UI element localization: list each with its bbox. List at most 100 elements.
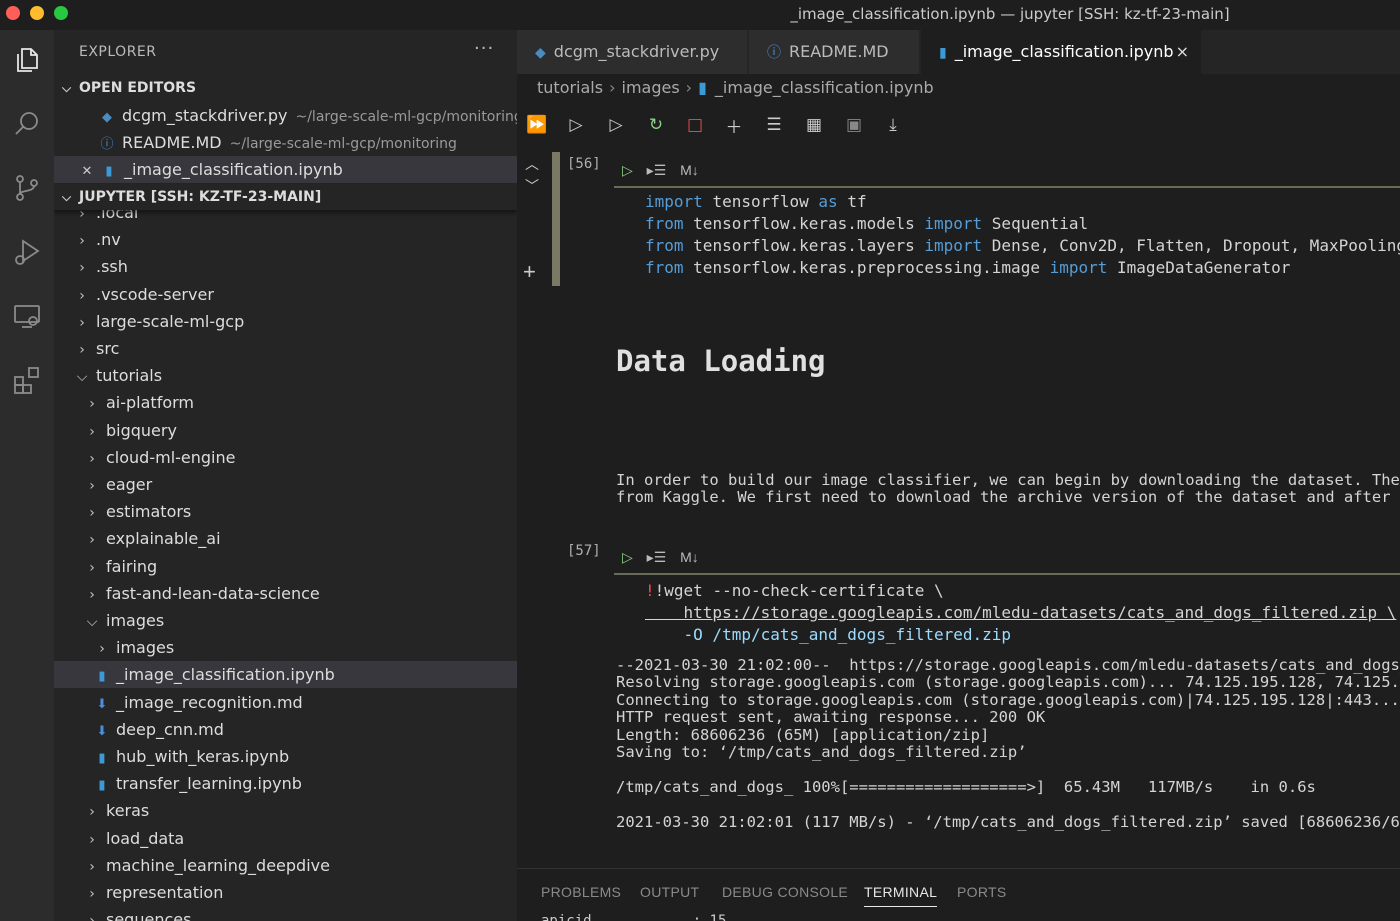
activity-bar — [0, 30, 54, 921]
remote-explorer-icon[interactable] — [0, 291, 54, 341]
chevron-down-icon[interactable]: ﹀ — [525, 176, 539, 196]
code-line[interactable]: from tensorflow.keras.models import Sequ… — [645, 214, 1088, 233]
tree-folder[interactable]: › .nv — [54, 226, 517, 253]
tree-folder[interactable]: ⌵ tutorials — [54, 362, 517, 389]
extensions-icon[interactable] — [0, 355, 54, 405]
code-line[interactable]: -O /tmp/cats_and_dogs_filtered.zip — [645, 625, 1012, 644]
tree-folder[interactable]: › machine_learning_deepdive — [54, 852, 517, 879]
breadcrumb-item[interactable]: _image_classification.ipynb — [715, 78, 934, 97]
search-icon[interactable] — [0, 99, 54, 149]
tab-dcgm-stackdriver[interactable]: ◆ dcgm_stackdriver.py — [517, 30, 747, 74]
code-line[interactable]: from tensorflow.keras.preprocessing.imag… — [645, 258, 1290, 277]
tree-folder[interactable]: › fast-and-lean-data-science — [54, 580, 517, 607]
tree-folder[interactable]: › explainable_ai — [54, 525, 517, 552]
files-icon[interactable] — [0, 35, 54, 85]
tree-item-label: eager — [106, 475, 153, 494]
tree-folder[interactable]: › keras — [54, 797, 517, 824]
add-cell-icon[interactable]: + — [523, 259, 536, 285]
chevron-right-icon: › — [79, 287, 85, 304]
tree-file[interactable]: ⬇ _image_recognition.md — [54, 689, 517, 716]
run-all-icon[interactable]: ⏩ — [526, 114, 548, 136]
tree-folder[interactable]: › large-scale-ml-gcp — [54, 308, 517, 335]
run-above-icon[interactable]: ▷ — [565, 114, 587, 136]
tree-folder[interactable]: › representation — [54, 879, 517, 906]
export-icon[interactable]: ⤓ — [882, 114, 904, 136]
run-cell-icon[interactable]: ▷ — [622, 162, 633, 178]
code-line[interactable]: import tensorflow as tf — [645, 192, 867, 211]
interrupt-icon[interactable]: □ — [684, 114, 706, 136]
tree-item-label: hub_with_keras.ipynb — [116, 747, 290, 766]
tree-folder[interactable]: › .vscode-server — [54, 281, 517, 308]
breadcrumb-item[interactable]: tutorials — [537, 78, 603, 97]
minimize-window-button[interactable] — [30, 6, 44, 20]
run-below-icon[interactable]: ▷ — [605, 114, 627, 136]
breadcrumb-item[interactable]: images — [622, 78, 680, 97]
run-by-line-icon[interactable]: ▸☰ — [647, 549, 667, 565]
tree-folder[interactable]: › .ssh — [54, 253, 517, 280]
tab-debug-console[interactable]: DEBUG CONSOLE — [722, 884, 848, 900]
tree-folder[interactable]: › src — [54, 335, 517, 362]
notebook-icon: ▮ — [98, 669, 106, 685]
tree-file[interactable]: ▮ transfer_learning.ipynb — [54, 770, 517, 797]
cell-toolbar: ▷ ▸☰ M↓ — [622, 549, 699, 566]
tree-folder[interactable]: › eager — [54, 471, 517, 498]
tree-item-label: estimators — [106, 502, 192, 522]
maximize-window-button[interactable] — [54, 6, 68, 20]
cell-language[interactable]: M↓ — [680, 549, 699, 565]
open-editors-header[interactable]: ⌵ OPEN EDITORS — [54, 75, 517, 101]
tree-folder[interactable]: › ai-platform — [54, 389, 517, 416]
tab-terminal[interactable]: TERMINAL — [864, 884, 938, 907]
execution-count: [56] — [567, 156, 601, 172]
open-editor-item[interactable]: ⓘ README.MD ~/large-scale-ml-gcp/monitorin… — [54, 129, 517, 156]
source-control-icon[interactable] — [0, 163, 54, 213]
tree-file[interactable]: ▮ _image_classification.ipynb — [54, 661, 517, 689]
cell-language[interactable]: M↓ — [680, 162, 699, 178]
tab-image-classification[interactable]: ▮ _image_classification.ipynb × — [921, 30, 1201, 74]
workspace-header[interactable]: ⌵ JUPYTER [SSH: KZ-TF-23-MAIN] — [54, 184, 517, 210]
close-window-button[interactable] — [6, 6, 20, 20]
tree-file[interactable]: ▮ hub_with_keras.ipynb — [54, 743, 517, 770]
tree-item-label: explainable_ai — [106, 529, 221, 549]
code-line-url[interactable]: https://storage.googleapis.com/mledu-dat… — [645, 603, 1397, 622]
save-icon[interactable]: ▣ — [843, 114, 865, 136]
tree-folder[interactable]: › images — [54, 634, 517, 661]
open-editor-item[interactable]: ◆ dcgm_stackdriver.py ~/large-scale-ml-gcp… — [54, 102, 517, 129]
tree-folder[interactable]: › bigquery — [54, 417, 517, 444]
tree-file[interactable]: ⬇ deep_cnn.md — [54, 716, 517, 743]
close-tab-button[interactable]: × — [1176, 30, 1189, 74]
restart-icon[interactable]: ↻ — [645, 114, 667, 136]
tree-item-label: machine_learning_deepdive — [106, 855, 330, 875]
open-editor-item-active[interactable]: ✕ ▮ _image_classification.ipynb — [54, 156, 517, 183]
tree-item-label: fast-and-lean-data-science — [106, 583, 320, 603]
tree-item-label: representation — [106, 883, 224, 902]
chevron-right-icon: › — [89, 423, 95, 440]
tab-problems[interactable]: PROBLEMS — [541, 884, 621, 900]
close-icon[interactable]: ✕ — [80, 158, 94, 185]
run-cell-icon[interactable]: ▷ — [622, 549, 633, 565]
chevron-right-icon: › — [89, 559, 95, 576]
tree-item-label: .local — [96, 210, 139, 222]
tree-folder[interactable]: › cloud-ml-engine — [54, 444, 517, 471]
tree-folder[interactable]: › .local — [54, 210, 517, 226]
more-actions-button[interactable]: ··· — [474, 38, 494, 59]
tab-readme[interactable]: ⓘ README.MD — [749, 30, 919, 74]
bottom-panel: PROBLEMS OUTPUT DEBUG CONSOLE TERMINAL P… — [517, 868, 1400, 921]
add-cell-icon[interactable]: ＋ — [723, 114, 745, 138]
tab-ports[interactable]: PORTS — [957, 884, 1006, 900]
tree-folder[interactable]: › fairing — [54, 553, 517, 580]
tree-folder[interactable]: › load_data — [54, 825, 517, 852]
chevron-up-icon[interactable]: ︿ — [525, 154, 539, 174]
run-by-line-icon[interactable]: ▸☰ — [647, 162, 667, 178]
clear-outputs-icon[interactable]: ☰ — [763, 114, 785, 136]
tab-output[interactable]: OUTPUT — [640, 884, 699, 900]
chevron-right-icon: › — [89, 532, 95, 549]
tree-folder[interactable]: › estimators — [54, 498, 517, 525]
tree-item-label: images — [106, 611, 165, 630]
code-line[interactable]: from tensorflow.keras.layers import Dens… — [645, 236, 1400, 255]
run-debug-icon[interactable] — [0, 227, 54, 277]
tree-folder[interactable]: ⌵ images — [54, 607, 517, 634]
variables-icon[interactable]: ▦ — [803, 114, 825, 136]
code-line[interactable]: !!wget --no-check-certificate \ — [645, 581, 944, 600]
tree-folder[interactable]: › sequences — [54, 906, 517, 921]
tree-item-label: transfer_learning.ipynb — [116, 774, 302, 794]
